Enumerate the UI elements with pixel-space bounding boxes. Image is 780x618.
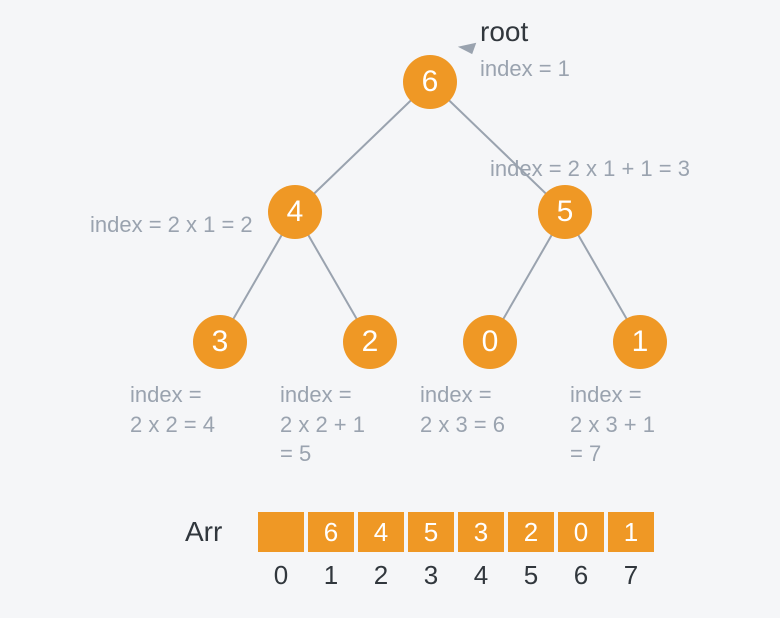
array-cell: 4 xyxy=(358,512,404,552)
node-value: 3 xyxy=(212,325,229,358)
array-cell xyxy=(258,512,304,552)
array-index: 5 xyxy=(508,560,554,591)
array-label: Arr xyxy=(185,516,222,548)
root-pointer-icon xyxy=(448,34,477,54)
index-annotation-6: index = 2 x 3 = 6 xyxy=(420,380,505,439)
tree-node-3: 5 xyxy=(538,185,592,239)
array-cell: 0 xyxy=(558,512,604,552)
cell-value: 6 xyxy=(324,517,338,547)
index-annotation-1: index = 1 xyxy=(480,54,570,84)
node-value: 6 xyxy=(422,65,439,98)
cell-value: 5 xyxy=(424,517,438,547)
index-annotation-2: index = 2 x 1 = 2 xyxy=(90,210,253,240)
array-cell: 6 xyxy=(308,512,354,552)
index-annotation-7: index = 2 x 3 + 1 = 7 xyxy=(570,380,655,469)
node-value: 5 xyxy=(557,195,574,228)
node-value: 1 xyxy=(632,325,649,358)
array-index: 3 xyxy=(408,560,454,591)
tree-node-5: 2 xyxy=(343,315,397,369)
root-label: root xyxy=(480,16,528,48)
array-cell: 1 xyxy=(608,512,654,552)
array-cell: 5 xyxy=(408,512,454,552)
array-cell: 3 xyxy=(458,512,504,552)
node-value: 2 xyxy=(362,325,379,358)
tree-node-4: 3 xyxy=(193,315,247,369)
node-value: 4 xyxy=(287,195,304,228)
tree-node-6: 0 xyxy=(463,315,517,369)
index-annotation-5: index = 2 x 2 + 1 = 5 xyxy=(280,380,365,469)
node-value: 0 xyxy=(482,325,499,358)
array-cell: 2 xyxy=(508,512,554,552)
index-annotation-3: index = 2 x 1 + 1 = 3 xyxy=(490,154,690,184)
tree-node-2: 4 xyxy=(268,185,322,239)
cell-value: 2 xyxy=(524,517,538,547)
tree-node-1: 6 xyxy=(403,55,457,109)
cell-value: 0 xyxy=(574,517,588,547)
index-annotation-4: index = 2 x 2 = 4 xyxy=(130,380,215,439)
cell-value: 4 xyxy=(374,517,388,547)
array-index: 6 xyxy=(558,560,604,591)
array-index: 7 xyxy=(608,560,654,591)
array-cells: 6 4 5 3 2 0 1 xyxy=(258,512,654,552)
heap-diagram: root 6 4 5 3 2 0 1 index = 1 index = 2 x… xyxy=(0,0,780,618)
tree-node-7: 1 xyxy=(613,315,667,369)
array-index: 1 xyxy=(308,560,354,591)
cell-value: 1 xyxy=(624,517,638,547)
array-index: 0 xyxy=(258,560,304,591)
cell-value: 3 xyxy=(474,517,488,547)
array-index: 2 xyxy=(358,560,404,591)
array-indices: 0 1 2 3 4 5 6 7 xyxy=(258,560,654,591)
array-index: 4 xyxy=(458,560,504,591)
